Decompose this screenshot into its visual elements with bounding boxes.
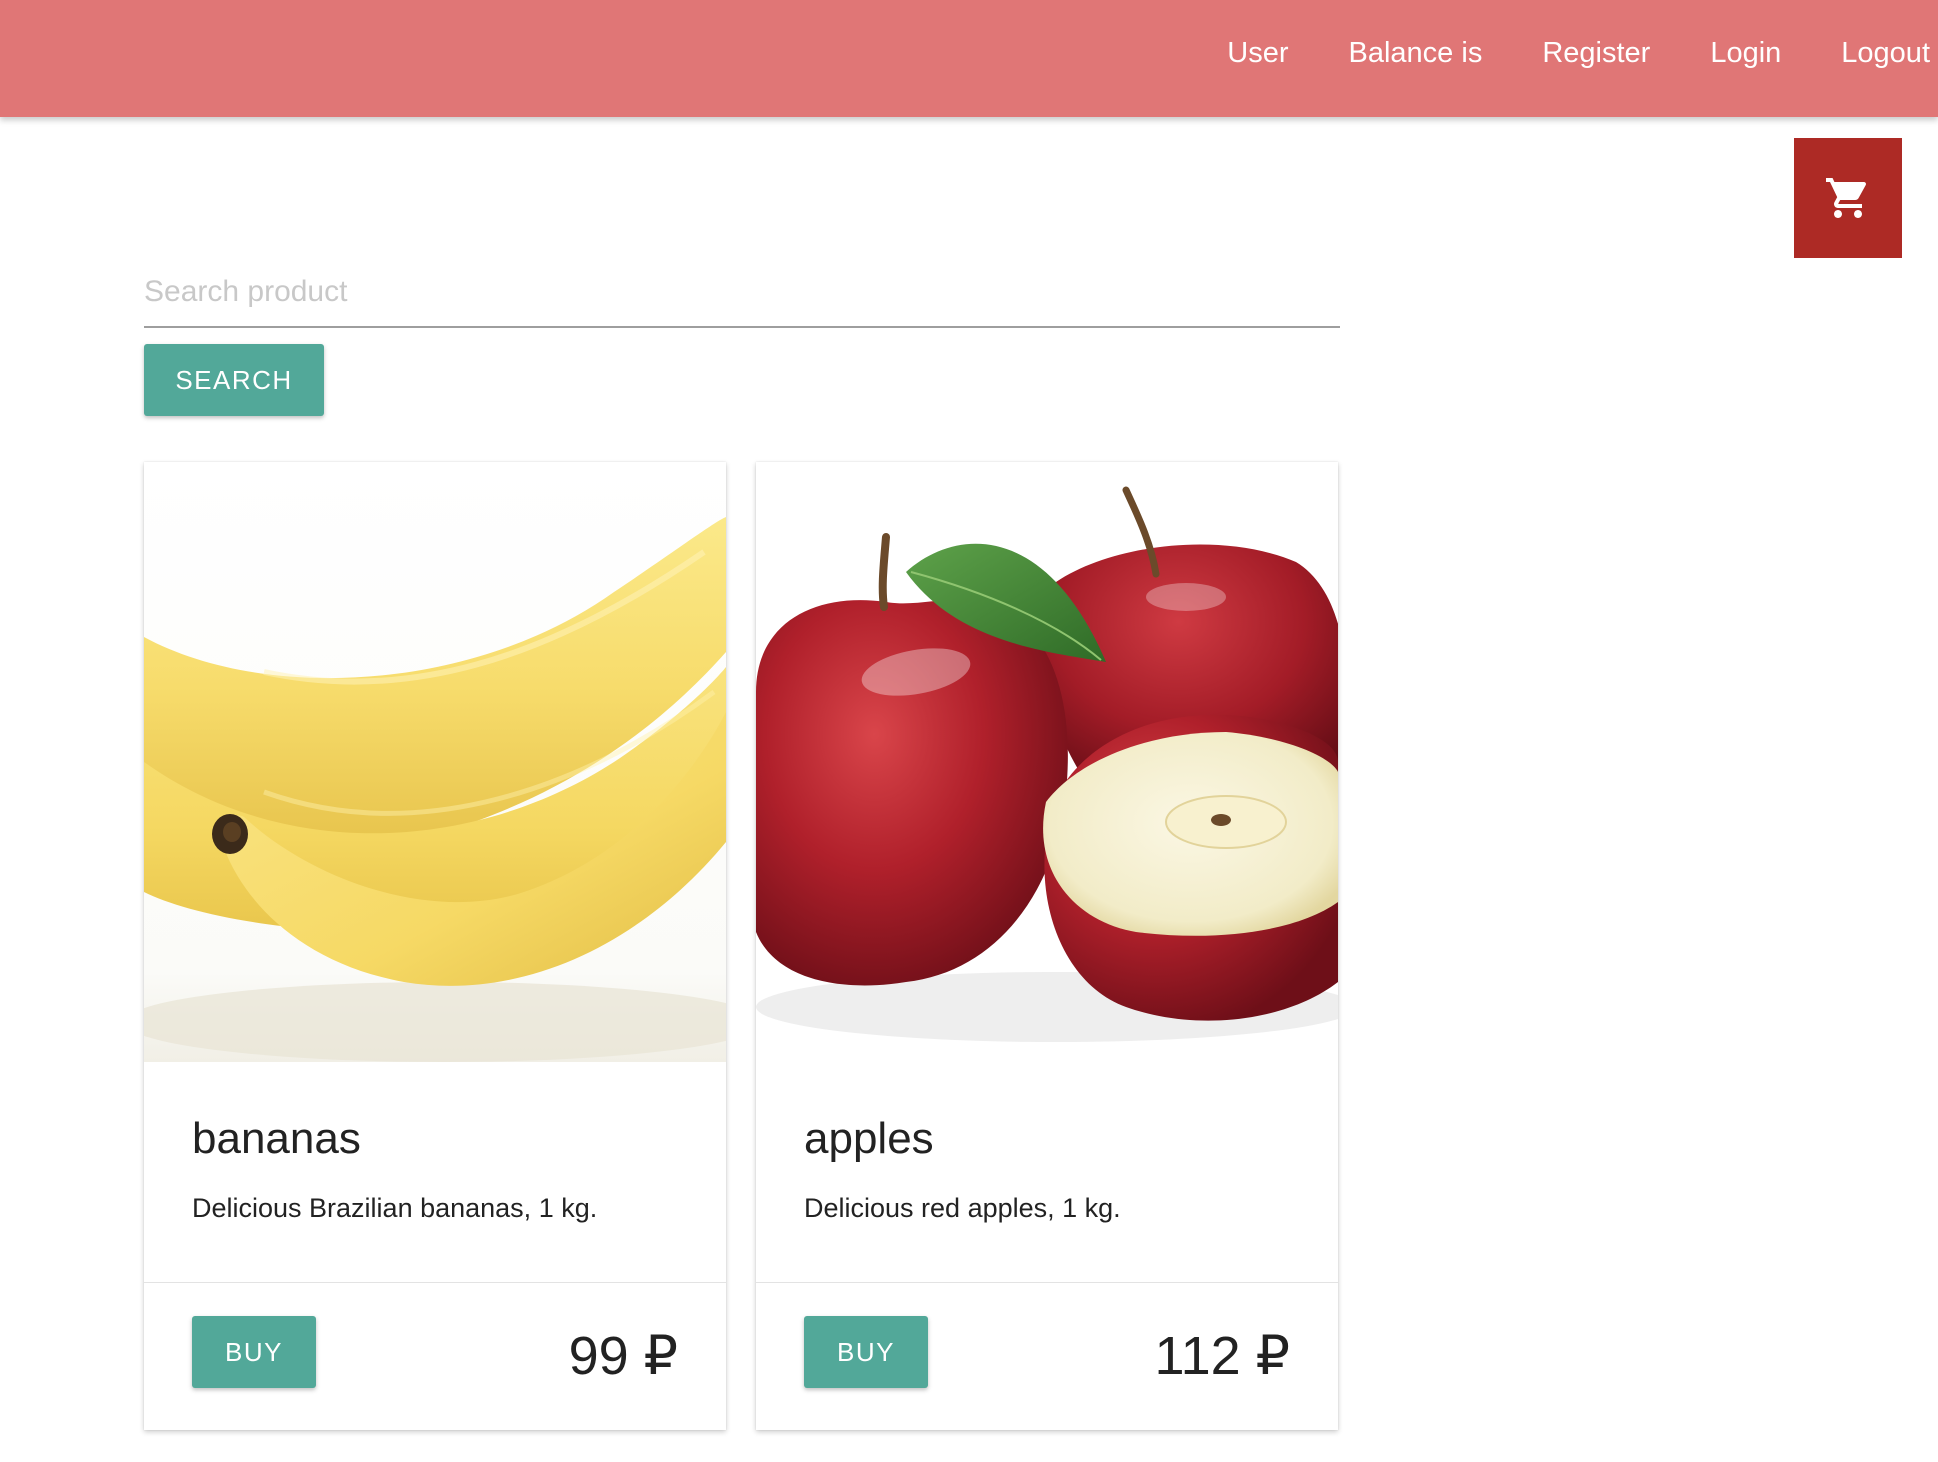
bananas-image xyxy=(144,462,726,1062)
nav-links: User Balance is Register Login Logout xyxy=(1197,0,1938,106)
nav-link-login[interactable]: Login xyxy=(1680,37,1811,70)
search-button[interactable]: SEARCH xyxy=(144,344,324,416)
product-image-apples xyxy=(756,462,1338,1062)
product-image-bananas xyxy=(144,462,726,1062)
product-title: bananas xyxy=(192,1114,361,1163)
product-price: 99 ₽ xyxy=(568,1326,678,1386)
product-description: Delicious red apples, 1 kg. xyxy=(804,1193,1121,1223)
shopping-cart-icon xyxy=(1826,178,1867,218)
search-input[interactable] xyxy=(144,258,1340,328)
nav-link-register[interactable]: Register xyxy=(1512,37,1680,70)
product-card-apples: apples Delicious red apples, 1 kg. BUY 1… xyxy=(756,462,1338,1430)
product-description: Delicious Brazilian bananas, 1 kg. xyxy=(192,1193,598,1223)
apples-image xyxy=(756,462,1338,1062)
card-divider xyxy=(756,1282,1338,1283)
product-card-bananas: bananas Delicious Brazilian bananas, 1 k… xyxy=(144,462,726,1430)
cart-button[interactable] xyxy=(1794,138,1902,258)
buy-button-apples[interactable]: BUY xyxy=(804,1316,928,1388)
buy-button-bananas[interactable]: BUY xyxy=(192,1316,316,1388)
nav-link-user[interactable]: User xyxy=(1197,37,1318,70)
top-navbar: User Balance is Register Login Logout xyxy=(0,0,1938,117)
nav-link-balance[interactable]: Balance is xyxy=(1319,37,1513,70)
product-title: apples xyxy=(804,1114,934,1163)
product-price: 112 ₽ xyxy=(1154,1326,1290,1386)
card-divider xyxy=(144,1282,726,1283)
nav-link-logout[interactable]: Logout xyxy=(1811,37,1938,70)
